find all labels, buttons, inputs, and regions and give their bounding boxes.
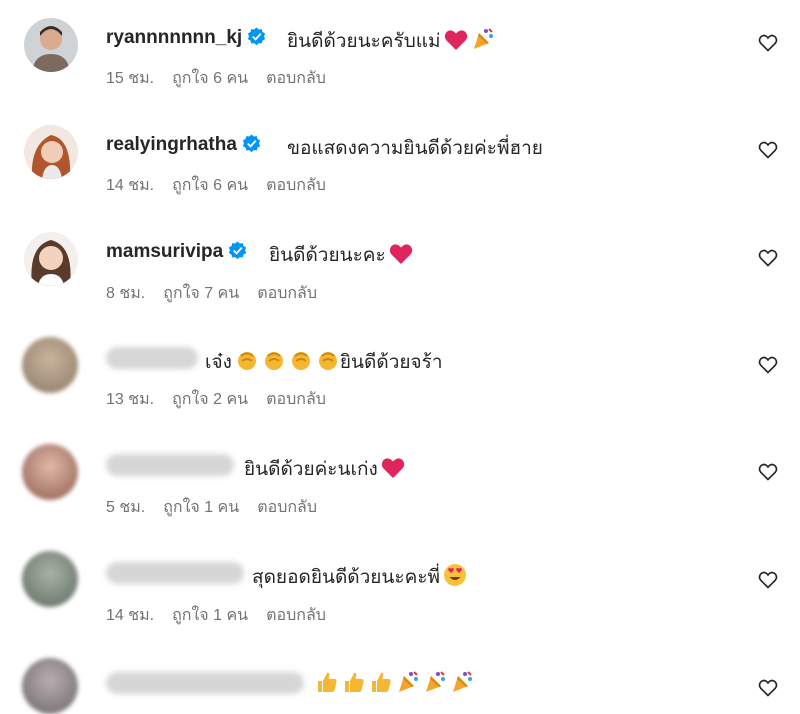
- comment-time[interactable]: 14 ชม.: [106, 607, 154, 624]
- comment-meta: 15 ชม. ถูกใจ 6 คน ตอบกลับ: [106, 66, 344, 91]
- thumbs-up-emoji-icon: [342, 670, 366, 700]
- comment-item: mamsurivipa ยินดีด้วยนะคะ 8 ชม. ถูกใจ 7 ค…: [0, 214, 800, 314]
- like-heart-icon[interactable]: [758, 462, 778, 482]
- reply-button[interactable]: ตอบกลับ: [257, 285, 317, 302]
- clap-emoji-icon: [235, 348, 259, 378]
- heart-emoji-icon: [381, 457, 405, 485]
- comment-text: เจ๋ง ยินดีด้วยจร้า: [205, 347, 443, 378]
- like-heart-icon[interactable]: [758, 355, 778, 375]
- like-heart-icon[interactable]: [758, 140, 778, 160]
- heart-emoji-icon: [389, 243, 413, 271]
- like-count[interactable]: ถูกใจ 1 คน: [172, 607, 248, 624]
- comment-text: ยินดีด้วยนะคะ: [269, 240, 413, 271]
- comment-item: สุดยอดยินดีด้วยนะคะพี่ 14 ชม. ถูกใจ 1 คน ต…: [0, 535, 800, 635]
- comment-text: [312, 670, 474, 700]
- heart-eyes-emoji-icon: [443, 563, 467, 593]
- clap-emoji-icon: [289, 348, 313, 378]
- comment-item: realyingrhatha ขอแสดงความยินดีด้วยค่ะพี่…: [0, 107, 800, 207]
- comment-body: ยินดีด้วยนะครับแม่: [287, 31, 441, 52]
- comment-time[interactable]: 8 ชม.: [106, 285, 145, 302]
- like-count[interactable]: ถูกใจ 6 คน: [172, 177, 248, 194]
- party-popper-icon: [423, 670, 447, 700]
- comment-item: ยินดีด้วยค่ะนเก่ง 5 ชม. ถูกใจ 1 คน ตอบกลับ: [0, 428, 800, 528]
- comment-body: เจ๋ง: [205, 352, 232, 373]
- reply-button[interactable]: ตอบกลับ: [266, 607, 326, 624]
- avatar[interactable]: [22, 551, 78, 607]
- comment-text: ขอแสดงความยินดีด้วยค่ะพี่ฮาย: [287, 133, 543, 163]
- reply-button[interactable]: ตอบกลับ: [266, 177, 326, 194]
- comment-meta: 14 ชม. ถูกใจ 1 คน ตอบกลับ: [106, 603, 344, 628]
- party-popper-icon: [471, 27, 495, 57]
- verified-badge-icon: [242, 134, 261, 153]
- like-heart-icon[interactable]: [758, 570, 778, 590]
- comment-body: ยินดีด้วยนะคะ: [269, 245, 386, 266]
- comment-body: ยินดีด้วยค่ะนเก่ง: [244, 459, 378, 480]
- verified-badge-icon: [247, 27, 266, 46]
- reply-button[interactable]: ตอบกลับ: [266, 391, 326, 408]
- comment-text: สุดยอดยินดีด้วยนะคะพี่: [252, 562, 467, 593]
- comment-text: ยินดีด้วยนะครับแม่: [287, 26, 495, 57]
- comment-text: ยินดีด้วยค่ะนเก่ง: [244, 454, 405, 485]
- comment-meta: 14 ชม. ถูกใจ 6 คน ตอบกลับ: [106, 173, 344, 198]
- like-count[interactable]: ถูกใจ 7 คน: [163, 285, 239, 302]
- comment-item: [0, 642, 800, 714]
- clap-emoji-icon: [262, 348, 286, 378]
- avatar[interactable]: [24, 18, 78, 72]
- like-heart-icon[interactable]: [758, 248, 778, 268]
- clap-emoji-icon: [316, 348, 340, 378]
- comment-item: เจ๋ง ยินดีด้วยจร้า 13 ชม. ถูกใจ 2 คน ตอบกลั…: [0, 321, 800, 421]
- heart-emoji-icon: [444, 29, 468, 57]
- avatar[interactable]: [22, 444, 78, 500]
- comment-username[interactable]: mamsurivipa: [106, 241, 247, 263]
- blurred-username[interactable]: [106, 347, 198, 369]
- thumbs-up-emoji-icon: [369, 670, 393, 700]
- comment-item: ryannnnnnn_kj ยินดีด้วยนะครับแม่ 15 ชม. ถ…: [0, 0, 800, 100]
- comment-username[interactable]: ryannnnnnn_kj: [106, 27, 266, 49]
- comment-meta: 5 ชม. ถูกใจ 1 คน ตอบกลับ: [106, 495, 335, 520]
- comment-time[interactable]: 15 ชม.: [106, 70, 154, 87]
- avatar[interactable]: [24, 232, 78, 286]
- avatar[interactable]: [22, 337, 78, 393]
- blurred-username[interactable]: [106, 562, 244, 584]
- comment-meta: 8 ชม. ถูกใจ 7 คน ตอบกลับ: [106, 281, 335, 306]
- username-link[interactable]: mamsurivipa: [106, 241, 223, 262]
- like-count[interactable]: ถูกใจ 1 คน: [163, 499, 239, 516]
- like-heart-icon[interactable]: [758, 678, 778, 698]
- comment-username[interactable]: realyingrhatha: [106, 134, 261, 156]
- like-count[interactable]: ถูกใจ 2 คน: [172, 391, 248, 408]
- like-count[interactable]: ถูกใจ 6 คน: [172, 70, 248, 87]
- comment-time[interactable]: 5 ชม.: [106, 499, 145, 516]
- reply-button[interactable]: ตอบกลับ: [257, 499, 317, 516]
- comment-time[interactable]: 14 ชม.: [106, 177, 154, 194]
- comment-body-tail: ยินดีด้วยจร้า: [339, 352, 443, 373]
- avatar[interactable]: [22, 658, 78, 714]
- username-link[interactable]: ryannnnnnn_kj: [106, 27, 242, 48]
- party-popper-icon: [396, 670, 420, 700]
- comment-body: สุดยอดยินดีด้วยนะคะพี่: [252, 567, 441, 588]
- comment-time[interactable]: 13 ชม.: [106, 391, 154, 408]
- thumbs-up-emoji-icon: [315, 670, 339, 700]
- verified-badge-icon: [228, 241, 247, 260]
- like-heart-icon[interactable]: [758, 33, 778, 53]
- username-link[interactable]: realyingrhatha: [106, 134, 237, 155]
- avatar[interactable]: [24, 125, 78, 179]
- comment-meta: 13 ชม. ถูกใจ 2 คน ตอบกลับ: [106, 387, 344, 412]
- reply-button[interactable]: ตอบกลับ: [266, 70, 326, 87]
- party-popper-icon: [450, 670, 474, 700]
- blurred-username[interactable]: [106, 454, 234, 476]
- comment-body: ขอแสดงความยินดีด้วยค่ะพี่ฮาย: [287, 138, 543, 159]
- blurred-username[interactable]: [106, 672, 304, 694]
